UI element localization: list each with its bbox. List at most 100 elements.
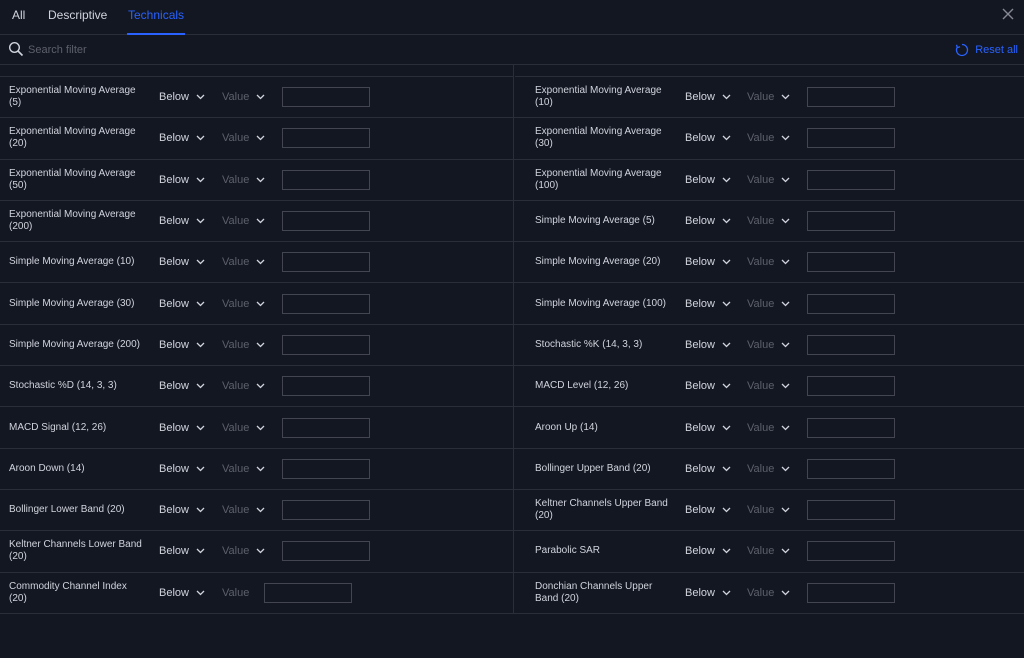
condition-dropdown[interactable]: Below xyxy=(159,174,205,186)
value-dropdown[interactable]: Value xyxy=(222,215,265,227)
chevron-down-icon xyxy=(781,548,790,554)
tab-descriptive[interactable]: Descriptive xyxy=(48,0,107,35)
condition-dropdown[interactable]: Below xyxy=(685,339,731,351)
value-input[interactable] xyxy=(282,293,370,314)
condition-dropdown[interactable]: Below xyxy=(685,298,731,310)
value-dropdown[interactable]: Value xyxy=(747,174,790,186)
value-input[interactable] xyxy=(282,87,370,108)
value-input[interactable] xyxy=(807,582,895,603)
condition-dropdown[interactable]: Below xyxy=(159,587,205,599)
value-dropdown[interactable]: Value xyxy=(222,504,265,516)
tab-technicals[interactable]: Technicals xyxy=(127,0,186,35)
value-dropdown[interactable]: Value xyxy=(747,504,790,516)
condition-dropdown[interactable]: Below xyxy=(159,545,205,557)
condition-dropdown[interactable]: Below xyxy=(685,174,731,186)
value-dropdown[interactable]: Value xyxy=(747,256,790,268)
value-input[interactable] xyxy=(807,417,895,438)
condition-dropdown[interactable]: Below xyxy=(159,339,205,351)
value-dropdown[interactable]: Value xyxy=(222,422,265,434)
value-dropdown[interactable]: Value xyxy=(747,463,790,475)
search-bar: Reset all xyxy=(0,35,1024,65)
value-input[interactable] xyxy=(282,376,370,397)
value-dropdown[interactable]: Value xyxy=(222,463,265,475)
chevron-down-icon xyxy=(722,301,731,307)
value-input[interactable] xyxy=(807,128,895,149)
condition-dropdown[interactable]: Below xyxy=(685,504,731,516)
value-dropdown[interactable]: Value xyxy=(747,380,790,392)
condition-dropdown[interactable]: Below xyxy=(685,256,731,268)
value-dropdown[interactable]: Value xyxy=(222,545,265,557)
condition-dropdown[interactable]: Below xyxy=(159,422,205,434)
value-dropdown[interactable]: Value xyxy=(222,380,265,392)
value-dropdown[interactable]: Value xyxy=(222,339,265,351)
value-dropdown[interactable]: Value xyxy=(222,256,265,268)
value-label: Value xyxy=(747,462,775,475)
value-dropdown[interactable]: Value xyxy=(222,91,265,103)
value-dropdown[interactable]: Value xyxy=(747,91,790,103)
condition-dropdown[interactable]: Below xyxy=(159,256,205,268)
value-dropdown[interactable]: Value xyxy=(747,339,790,351)
condition-dropdown[interactable]: Below xyxy=(685,215,731,227)
value-input[interactable] xyxy=(807,458,895,479)
value-dropdown[interactable]: Value xyxy=(747,215,790,227)
value-input[interactable] xyxy=(282,417,370,438)
value-dropdown[interactable]: Value xyxy=(747,132,790,144)
condition-dropdown[interactable]: Below xyxy=(159,132,205,144)
value-input[interactable] xyxy=(282,458,370,479)
condition-dropdown[interactable]: Below xyxy=(159,215,205,227)
close-icon[interactable] xyxy=(1000,6,1016,22)
value-input[interactable] xyxy=(282,169,370,190)
condition-dropdown[interactable]: Below xyxy=(159,380,205,392)
value-input[interactable] xyxy=(282,334,370,355)
chevron-down-icon xyxy=(722,548,731,554)
search-input[interactable] xyxy=(28,39,428,61)
value-dropdown[interactable]: Value xyxy=(222,174,265,186)
value-input[interactable] xyxy=(807,87,895,108)
value-input[interactable] xyxy=(282,252,370,273)
condition-dropdown[interactable]: Below xyxy=(685,545,731,557)
reset-all-button[interactable]: Reset all xyxy=(955,41,1018,59)
value-input[interactable] xyxy=(807,541,895,562)
condition-dropdown[interactable]: Below xyxy=(159,463,205,475)
condition-dropdown[interactable]: Below xyxy=(685,422,731,434)
value-input[interactable] xyxy=(282,128,370,149)
value-dropdown[interactable]: Value xyxy=(747,587,790,599)
value-dropdown[interactable]: Value xyxy=(747,545,790,557)
chevron-down-icon xyxy=(781,218,790,224)
condition-dropdown[interactable]: Below xyxy=(685,91,731,103)
value-input[interactable] xyxy=(807,211,895,232)
filter-label: Stochastic %K (14, 3, 3) xyxy=(535,338,643,350)
condition-dropdown[interactable]: Below xyxy=(159,91,205,103)
value-input[interactable] xyxy=(282,211,370,232)
condition-dropdown[interactable]: Below xyxy=(685,380,731,392)
value-input[interactable] xyxy=(807,252,895,273)
filter-item: Exponential Moving Average (100) Below Val… xyxy=(514,160,1024,200)
value-dropdown[interactable]: Value xyxy=(222,587,249,599)
value-input[interactable] xyxy=(807,293,895,314)
condition-label: Below xyxy=(159,297,189,310)
value-input[interactable] xyxy=(807,169,895,190)
condition-dropdown[interactable]: Below xyxy=(159,298,205,310)
condition-dropdown[interactable]: Below xyxy=(685,132,731,144)
condition-label: Below xyxy=(685,215,715,228)
value-dropdown[interactable]: Value xyxy=(747,422,790,434)
filter-label: Simple Moving Average (10) xyxy=(9,256,135,268)
value-input[interactable] xyxy=(807,334,895,355)
condition-dropdown[interactable]: Below xyxy=(159,504,205,516)
chevron-down-icon xyxy=(256,218,265,224)
value-input[interactable] xyxy=(264,582,352,603)
value-dropdown[interactable]: Value xyxy=(222,298,265,310)
value-dropdown[interactable]: Value xyxy=(747,298,790,310)
filter-label: Exponential Moving Average (5) xyxy=(9,85,136,109)
value-input[interactable] xyxy=(807,500,895,521)
condition-label: Below xyxy=(685,91,715,104)
value-input[interactable] xyxy=(282,541,370,562)
value-dropdown[interactable]: Value xyxy=(222,132,265,144)
condition-dropdown[interactable]: Below xyxy=(685,463,731,475)
filter-label: Simple Moving Average (5) xyxy=(535,215,655,227)
value-input[interactable] xyxy=(807,376,895,397)
value-input[interactable] xyxy=(282,500,370,521)
tab-all[interactable]: All xyxy=(12,0,25,35)
value-label: Value xyxy=(747,338,775,351)
condition-dropdown[interactable]: Below xyxy=(685,587,731,599)
